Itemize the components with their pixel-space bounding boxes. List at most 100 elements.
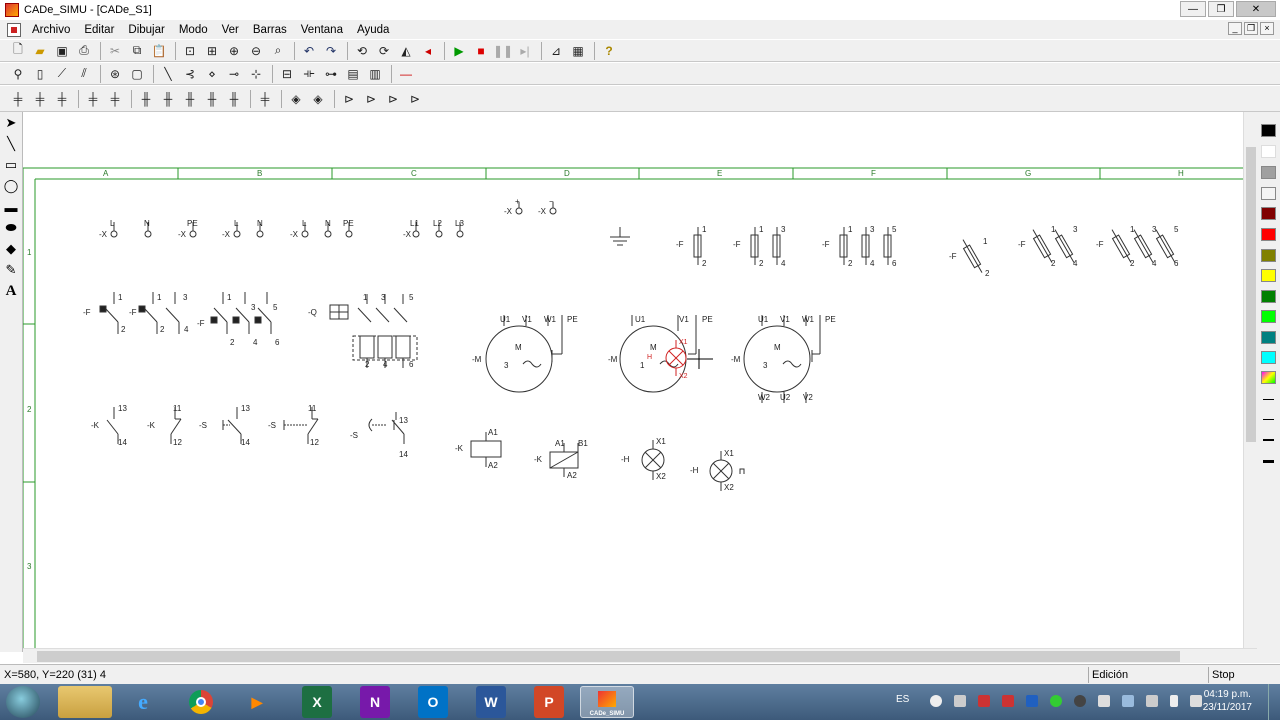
plc-icon[interactable]: ▤ [343, 65, 363, 83]
taskbar-excel[interactable]: X [302, 686, 332, 718]
breaker-icon[interactable]: ⟋ [52, 65, 72, 83]
menu-archivo[interactable]: Archivo [25, 24, 77, 36]
color-swatch-olive[interactable] [1261, 249, 1276, 262]
open-icon[interactable]: ▰ [30, 42, 50, 60]
tray-icon-7[interactable] [1074, 695, 1086, 707]
undo-icon[interactable]: ↶ [299, 42, 319, 60]
breaker3-icon[interactable]: ⫽ [74, 65, 94, 83]
select-arrow-icon[interactable]: ➤ [1, 113, 21, 133]
menu-ver[interactable]: Ver [215, 24, 246, 36]
filled-rect-icon[interactable]: ▬ [1, 197, 21, 217]
doc-minimize-button[interactable]: _ [1228, 22, 1242, 35]
contact-l-icon[interactable]: ◈ [286, 90, 306, 108]
thermal-icon[interactable]: ⊶ [321, 65, 341, 83]
text-icon[interactable]: A [1, 281, 21, 301]
language-indicator[interactable]: ES [896, 694, 909, 705]
zoom-in-icon[interactable]: ⊕ [224, 42, 244, 60]
tray-icon-1[interactable] [930, 695, 942, 707]
pen-icon[interactable]: ✎ [1, 260, 21, 280]
pause-icon[interactable]: ❚❚ [493, 42, 513, 60]
print-preview-icon[interactable]: ⊡ [180, 42, 200, 60]
stop-icon[interactable]: ■ [471, 42, 491, 60]
zoom-fit-icon[interactable]: ⊞ [202, 42, 222, 60]
menu-modo[interactable]: Modo [172, 24, 215, 36]
color-swatch-green[interactable] [1261, 290, 1276, 303]
layout-icon[interactable]: ▦ [568, 42, 588, 60]
contact-f-icon[interactable]: ╫ [136, 90, 156, 108]
taskbar-media[interactable]: ▶ [230, 686, 284, 718]
rotate-left-icon[interactable]: ⟲ [352, 42, 372, 60]
contact-no-icon[interactable]: ╲ [158, 65, 178, 83]
paste-icon[interactable]: 📋 [149, 42, 169, 60]
taskbar-word[interactable]: W [476, 686, 506, 718]
filled-ellipse-icon[interactable]: ⬬ [1, 218, 21, 238]
breaker-symbols[interactable] [99, 292, 418, 368]
line-width-4[interactable] [1263, 460, 1274, 463]
tray-icon-9[interactable] [1122, 695, 1134, 707]
battery-icon[interactable] [1170, 695, 1178, 707]
color-swatch-black[interactable] [1261, 124, 1276, 137]
fuse-icon[interactable]: ▯ [30, 65, 50, 83]
drawing-canvas[interactable]: A B C D E F G H 1 2 3 -X L N -X PE -X L … [23, 112, 1243, 648]
color-swatch-yellow[interactable] [1261, 269, 1276, 282]
bluetooth-icon[interactable] [1026, 695, 1038, 707]
motor-symbols[interactable] [485, 315, 821, 403]
document-icon[interactable] [7, 22, 21, 37]
contact-p-icon[interactable]: ⊳ [383, 90, 403, 108]
rectangle-icon[interactable]: ▭ [1, 155, 21, 175]
line-width-3[interactable] [1263, 439, 1274, 441]
color-swatch-cyan[interactable] [1261, 351, 1276, 364]
timer-icon[interactable]: ⊹ [246, 65, 266, 83]
taskbar-outlook[interactable]: O [418, 686, 448, 718]
menu-ayuda[interactable]: Ayuda [350, 24, 396, 36]
contact-j-icon[interactable]: ╫ [224, 90, 244, 108]
wire-icon[interactable]: — [396, 65, 416, 83]
show-desktop-button[interactable] [1268, 684, 1280, 720]
contact-e-icon[interactable]: ╪ [105, 90, 125, 108]
cut-icon[interactable]: ✂ [105, 42, 125, 60]
color-swatch-silver[interactable] [1261, 187, 1276, 200]
contact-q-icon[interactable]: ⊳ [405, 90, 425, 108]
contact-o-icon[interactable]: ⊳ [361, 90, 381, 108]
print-icon[interactable]: ⎙ [74, 42, 94, 60]
line-icon[interactable]: ╲ [1, 134, 21, 154]
terminal-icon[interactable]: ⚲ [8, 65, 28, 83]
zoom-window-icon[interactable]: ⌕ [268, 42, 288, 60]
contact-nc-icon[interactable]: ⊰ [180, 65, 200, 83]
switch-icon[interactable]: ⊸ [224, 65, 244, 83]
network-icon[interactable] [1190, 695, 1202, 707]
tray-icon-6[interactable] [1050, 695, 1062, 707]
pushbutton-icon[interactable]: ⋄ [202, 65, 222, 83]
contact-i-icon[interactable]: ╫ [202, 90, 222, 108]
coil-lamp-symbols[interactable] [470, 432, 745, 491]
start-button[interactable] [6, 686, 40, 718]
printer-icon[interactable] [1098, 695, 1110, 707]
clock[interactable]: 04:19 p.m. 23/11/2017 [1203, 688, 1252, 714]
step-icon[interactable]: ▸| [515, 42, 535, 60]
motor-protector-icon[interactable]: ⊛ [105, 65, 125, 83]
menu-editar[interactable]: Editar [77, 24, 121, 36]
menu-barras[interactable]: Barras [246, 24, 294, 36]
contact-a-icon[interactable]: ╪ [8, 90, 28, 108]
mirror-icon[interactable]: ◭ [396, 42, 416, 60]
bus-icon[interactable]: ▥ [365, 65, 385, 83]
color-swatch-teal[interactable] [1261, 331, 1276, 344]
sensor-icon[interactable]: ⊟ [277, 65, 297, 83]
horizontal-scroll-thumb[interactable] [37, 651, 1180, 662]
save-icon[interactable]: ▣ [52, 42, 72, 60]
taskbar-ie[interactable]: e [116, 686, 170, 718]
rotate-right-icon[interactable]: ⟳ [374, 42, 394, 60]
color-swatch-gray[interactable] [1261, 166, 1276, 179]
level-icon[interactable]: ⟛ [299, 65, 319, 83]
doc-close-button[interactable]: × [1260, 22, 1274, 35]
contact-d-icon[interactable]: ╪ [83, 90, 103, 108]
relay-icon[interactable]: ▢ [127, 65, 147, 83]
close-button[interactable]: ✕ [1236, 1, 1276, 17]
contact-c-icon[interactable]: ╪ [52, 90, 72, 108]
vertical-scroll-thumb[interactable] [1246, 147, 1256, 442]
play-icon[interactable]: ▶ [449, 42, 469, 60]
contact-h-icon[interactable]: ╫ [180, 90, 200, 108]
vertical-scrollbar[interactable] [1243, 112, 1257, 648]
taskbar-onenote[interactable]: N [360, 686, 390, 718]
copy-icon[interactable]: ⧉ [127, 42, 147, 60]
